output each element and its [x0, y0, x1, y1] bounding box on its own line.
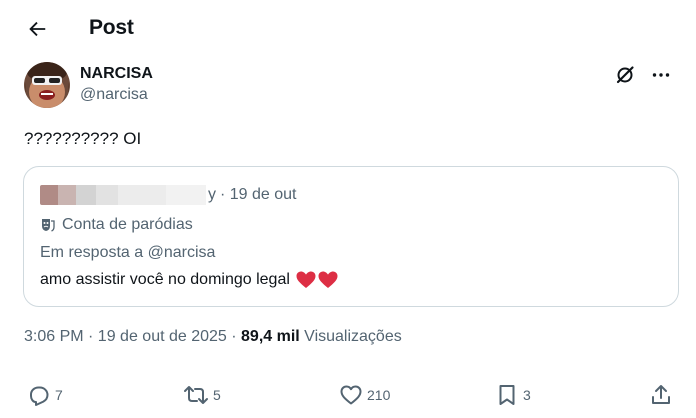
page-title: Post — [89, 16, 134, 39]
post-text: ?????????? OI — [24, 129, 142, 148]
share-button[interactable] — [649, 380, 673, 410]
more-options-button[interactable] — [648, 62, 674, 88]
post-author: NARCISA @narcisa — [24, 62, 153, 110]
heart-icon — [340, 385, 362, 405]
top-bar: Post — [0, 0, 696, 58]
arrow-left-icon — [29, 21, 46, 37]
reply-button[interactable]: 7 — [27, 380, 63, 410]
parody-label: Conta de paródias — [40, 216, 193, 234]
bookmark-count: 3 — [523, 387, 531, 403]
heart-emojis — [296, 271, 338, 289]
quoted-post-date[interactable]: · 19 de out — [220, 186, 297, 204]
theater-masks-icon — [40, 217, 56, 233]
post-metadata: 3:06 PM · 19 de out de 2025 · 89,4 mil V… — [24, 328, 402, 346]
quoted-post-text: amo assistir você no domingo legal — [40, 271, 290, 288]
blurred-author-name — [40, 185, 206, 205]
reply-count: 7 — [55, 387, 63, 403]
views-count: 89,4 mil — [241, 328, 300, 345]
quoted-post-text-row: amo assistir você no domingo legal — [40, 271, 338, 289]
quoted-author-name-suffix: y — [208, 186, 216, 203]
repost-count: 5 — [213, 387, 221, 403]
reply-icon — [30, 386, 49, 406]
grok-icon — [616, 66, 634, 84]
views-label: Visualizações — [299, 328, 402, 345]
quoted-post[interactable]: y · 19 de out Conta de paródias Em respo… — [23, 166, 679, 307]
repost-icon — [184, 386, 208, 404]
action-bar: 7 5 210 3 — [0, 380, 696, 414]
author-display-name[interactable]: NARCISA — [80, 64, 153, 84]
more-horizontal-icon — [652, 73, 670, 77]
red-heart-icon — [296, 271, 316, 288]
post-timestamp[interactable]: 3:06 PM · 19 de out de 2025 · — [24, 328, 241, 345]
bookmark-button[interactable]: 3 — [495, 380, 531, 410]
post-top-actions — [612, 62, 674, 88]
share-icon — [652, 385, 670, 404]
like-button[interactable]: 210 — [339, 380, 390, 410]
red-heart-icon — [318, 271, 338, 288]
grok-button[interactable] — [612, 62, 638, 88]
like-count: 210 — [367, 387, 391, 403]
bookmark-icon — [499, 385, 515, 405]
avatar[interactable] — [24, 62, 70, 108]
reply-context: Em resposta a @narcisa — [40, 244, 216, 261]
back-button[interactable] — [22, 14, 52, 44]
quoted-post-header: y · 19 de out — [40, 184, 297, 206]
repost-button[interactable]: 5 — [183, 380, 221, 410]
parody-label-text: Conta de paródias — [62, 216, 193, 233]
author-handle[interactable]: @narcisa — [80, 84, 153, 106]
